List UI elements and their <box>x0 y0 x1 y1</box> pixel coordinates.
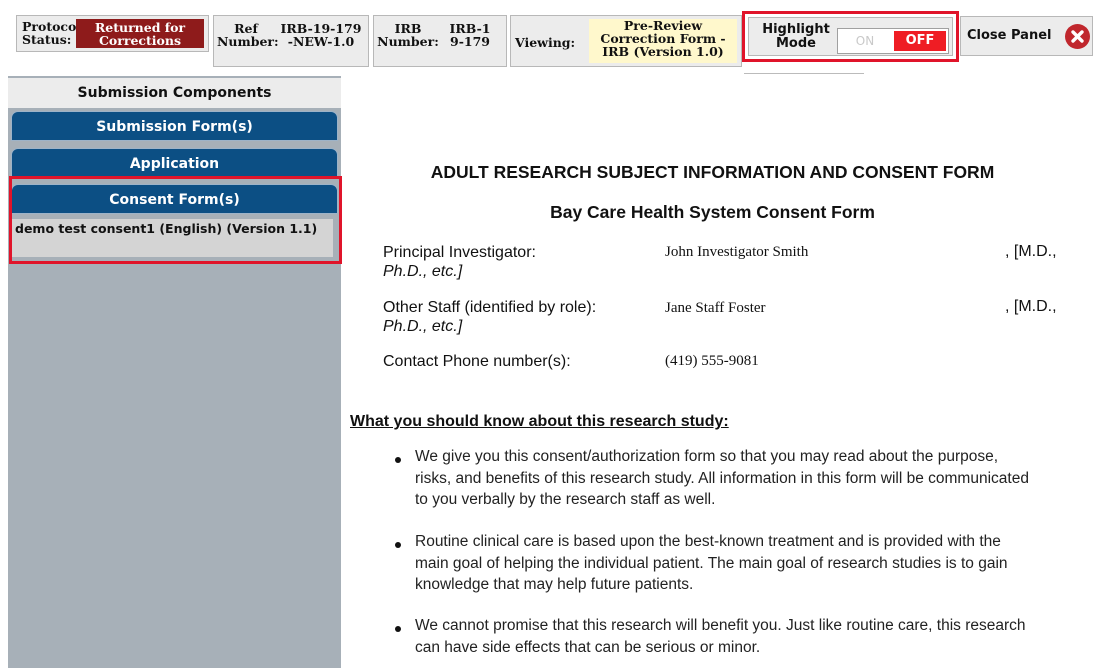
contact-phone-value: (419) 555-9081 <box>665 353 759 369</box>
other-staff-value: Jane Staff Foster <box>665 300 766 316</box>
principal-investigator-value: John Investigator Smith <box>665 244 809 260</box>
viewing-box: Viewing: Pre-Review Correction Form - IR… <box>510 15 742 67</box>
document-subtitle: Bay Care Health System Consent Form <box>550 202 875 222</box>
toggle-off-option[interactable]: OFF <box>894 31 946 51</box>
other-staff-suffix: , [M.D., <box>1005 298 1057 315</box>
highlight-mode-toggle[interactable]: ON OFF <box>837 28 949 54</box>
ref-number-value: IRB-19-179-NEW-1.0 <box>280 21 362 49</box>
bullet-text-1: We give you this consent/authorization f… <box>415 448 1029 508</box>
consent-forms-annotation <box>9 176 342 264</box>
close-panel-label: Close Panel <box>967 28 1052 43</box>
principal-investigator-label: Principal Investigator: <box>383 244 536 261</box>
document-title: ADULT RESEARCH SUBJECT INFORMATION AND C… <box>430 162 995 182</box>
document-panel: ADULT RESEARCH SUBJECT INFORMATION AND C… <box>350 76 1093 668</box>
principal-investigator-suffix: , [M.D., <box>1005 243 1057 260</box>
bullet-marker <box>395 542 405 552</box>
protocol-status-value: Returned for Corrections <box>76 19 204 48</box>
close-panel-button[interactable]: Close Panel <box>960 16 1093 56</box>
contact-phone-label: Contact Phone number(s): <box>383 353 571 370</box>
irb-number-value: IRB-19-179 <box>449 21 491 49</box>
close-circle-icon[interactable] <box>1065 24 1090 49</box>
sidebar: Submission Components Submission Form(s)… <box>8 76 341 668</box>
application-button[interactable]: Application <box>11 148 338 178</box>
highlight-mode-label: Highlight Mode <box>762 22 830 51</box>
principal-investigator-label-cont: Ph.D., etc.] <box>383 262 653 281</box>
viewing-value: Pre-Review Correction Form - IRB (Versio… <box>589 19 737 63</box>
irb-number-box: IRB Number: IRB-19-179 <box>373 15 507 67</box>
protocol-status-box: Protocol Status: Returned for Correction… <box>16 15 209 52</box>
staff-degree-text: Ph.D., etc.] <box>383 318 463 335</box>
submission-forms-button[interactable]: Submission Form(s) <box>11 111 338 141</box>
viewing-label: Viewing: <box>515 35 576 50</box>
highlight-mode-control: Highlight Mode ON OFF <box>748 17 953 56</box>
ref-number-label: Ref Number: <box>217 21 279 49</box>
irb-number-label: IRB Number: <box>377 21 439 49</box>
section-heading: What you should know about this research… <box>350 413 729 430</box>
highlight-mode-annotation: Highlight Mode ON OFF <box>742 11 959 62</box>
protocol-status-label: Protocol Status: <box>22 19 82 47</box>
other-staff-label-cont: Ph.D., etc.] <box>383 317 653 336</box>
ref-number-box: Ref Number: IRB-19-179-NEW-1.0 <box>213 15 369 67</box>
top-header: Protocol Status: Returned for Correction… <box>0 0 1093 74</box>
other-staff-label: Other Staff (identified by role): <box>383 299 597 316</box>
submission-components-title: Submission Components <box>8 78 341 108</box>
bullet-text-2: Routine clinical care is based upon the … <box>415 533 1008 593</box>
header-divider <box>744 73 864 74</box>
bullet-text-3: We cannot promise that this research wil… <box>415 617 1026 656</box>
pi-degree-text: Ph.D., etc.] <box>383 263 463 280</box>
toggle-on-option[interactable]: ON <box>840 31 890 51</box>
bullet-marker <box>395 626 405 636</box>
bullet-marker <box>395 457 405 467</box>
